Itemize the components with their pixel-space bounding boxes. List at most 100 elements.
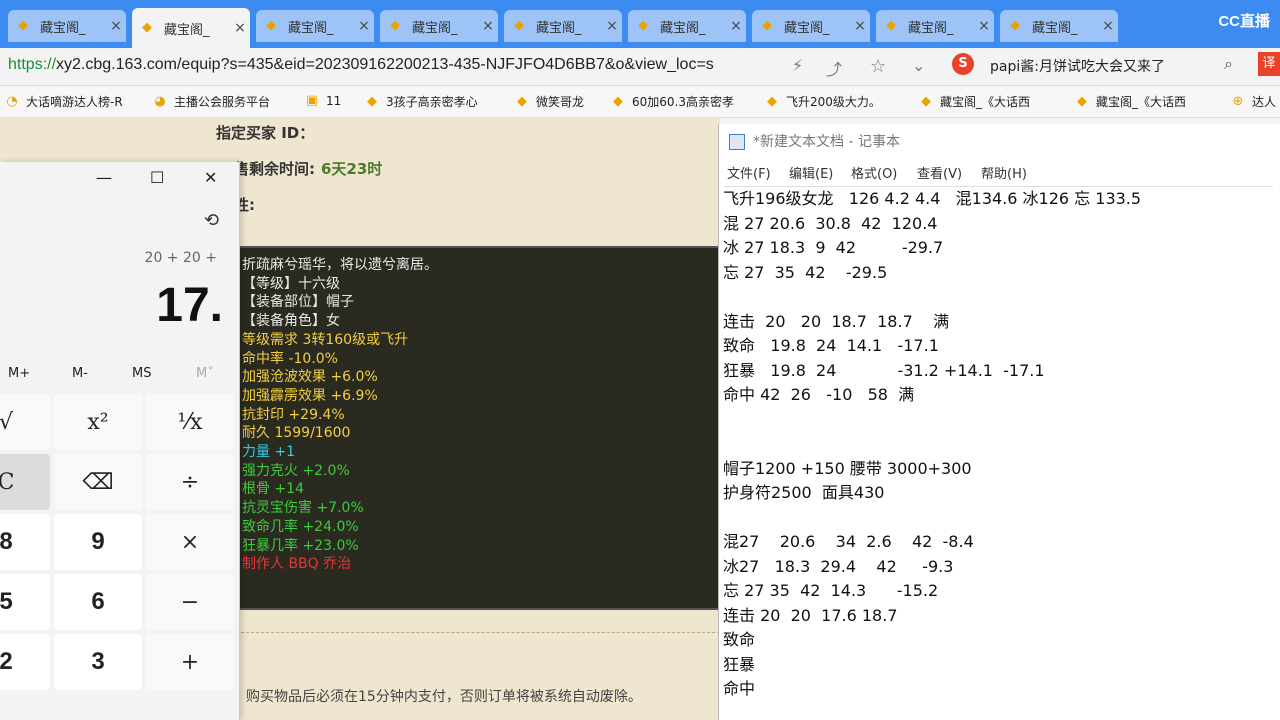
- bookmark-item[interactable]: ◕ 主播公会服务平台: [152, 93, 270, 110]
- notepad-menu-item[interactable]: 格式(O): [851, 163, 897, 182]
- tab-close-icon[interactable]: ×: [230, 20, 250, 36]
- notepad-text-line: [723, 432, 1273, 457]
- search-engine-icon[interactable]: S: [952, 53, 974, 75]
- minimize-button[interactable]: —: [96, 168, 112, 187]
- calc-key[interactable]: +: [146, 634, 234, 690]
- calc-key[interactable]: 2: [0, 634, 50, 690]
- notepad-text-line: 连击 20 20 17.6 18.7: [723, 605, 898, 625]
- tab-close-icon[interactable]: ×: [478, 18, 498, 34]
- item-attribute-line: 力量 +1: [242, 444, 296, 460]
- tab-close-icon[interactable]: ×: [974, 18, 994, 34]
- browser-tab[interactable]: ◆ 藏宝阁_ ×: [752, 10, 870, 42]
- bookmark-icon: ◕: [154, 93, 166, 109]
- lightning-icon[interactable]: ⚡: [792, 56, 803, 75]
- bookmark-item[interactable]: ⊕ 达人: [1230, 93, 1276, 110]
- tab-close-icon[interactable]: ×: [1098, 18, 1118, 34]
- history-icon[interactable]: ⟲: [204, 210, 219, 231]
- item-attribute-line: 根骨 +14: [242, 481, 304, 498]
- tab-close-icon[interactable]: ×: [354, 18, 374, 34]
- notepad-menu-item[interactable]: 文件(F): [727, 163, 771, 182]
- calc-key[interactable]: 8: [0, 514, 50, 570]
- browser-tab[interactable]: ◆ 藏宝阁_ ×: [876, 10, 994, 42]
- browser-tab-bar: ◆ 藏宝阁_ × ◆ 藏宝阁_ × ◆ 藏宝阁_ × ◆ 藏宝阁_ × ◆ 藏宝阁_ × ◆ 藏宝阁_ × ◆ 藏宝阁…: [0, 0, 1280, 48]
- calc-key[interactable]: ÷: [146, 454, 234, 510]
- item-attribute-line: 狂暴几率 +23.0%: [242, 537, 359, 554]
- bookmark-item[interactable]: ◆ 60加60.3高亲密孝: [610, 93, 734, 110]
- calc-key[interactable]: √: [0, 394, 50, 450]
- buyer-id-label: 指定买家 ID：: [216, 124, 315, 142]
- bookmark-item[interactable]: ◆ 飞升200级大力。: [764, 93, 881, 110]
- bookmark-label: 飞升200级大力。: [786, 95, 881, 109]
- chevron-down-icon[interactable]: ⌄: [912, 56, 925, 75]
- item-attribute-line: 加强沧波效果 +6.0%: [242, 369, 378, 386]
- notepad-icon: [729, 134, 745, 150]
- bookmark-label: 60加60.3高亲密孝: [632, 95, 734, 109]
- notepad-window[interactable]: *新建文本文档 - 记事本 文件(F) 编辑(E) 格式(O) 查看(V) 帮助(H) …: [718, 124, 1280, 720]
- item-attribute-line: 抗灵宝伤害 +7.0%: [242, 500, 364, 517]
- bookmark-item[interactable]: ◆ 3孩子高亲密孝心: [364, 93, 478, 110]
- tab-label: 藏宝阁_: [288, 20, 334, 36]
- item-attribute-line: 【装备部位】帽子: [242, 294, 354, 311]
- tab-close-icon[interactable]: ×: [602, 18, 622, 34]
- calc-key[interactable]: 5: [0, 574, 50, 630]
- notepad-menu-item[interactable]: 查看(V): [917, 163, 962, 182]
- item-attribute-line: 抗封印 +29.4%: [242, 406, 345, 423]
- share-icon[interactable]: ⤴: [826, 56, 842, 80]
- tab-favicon-icon: ◆: [886, 18, 896, 33]
- bookmark-item[interactable]: ◆ 微笑哥龙: [514, 93, 584, 110]
- tab-label: 藏宝阁_: [660, 20, 706, 36]
- browser-tab[interactable]: ◆ 藏宝阁_ ×: [1000, 10, 1118, 42]
- notepad-menu-item[interactable]: 编辑(E): [789, 163, 833, 182]
- star-icon[interactable]: ☆: [870, 56, 886, 77]
- close-button[interactable]: ✕: [204, 168, 217, 187]
- notepad-text-area[interactable]: 飞升196级女龙 126 4.2 4.4 混134.6 冰126 忘 133.5…: [723, 186, 1273, 720]
- url-field[interactable]: https://xy2.cbg.163.com/equip?s=435&eid=…: [8, 56, 780, 74]
- bookmark-item[interactable]: ◆ 藏宝阁_《大话西: [918, 93, 1030, 110]
- browser-tab[interactable]: ◆ 藏宝阁_ ×: [8, 10, 126, 42]
- notepad-text-line: 飞升196级女龙 126 4.2 4.4 混134.6 冰126 忘 133.5: [723, 189, 1142, 208]
- tab-close-icon[interactable]: ×: [850, 18, 870, 34]
- browser-tab[interactable]: ◆ 藏宝阁_ ×: [380, 10, 498, 42]
- notepad-text-line: 狂暴: [723, 654, 756, 674]
- browser-tab[interactable]: ◆ 藏宝阁_ ×: [132, 8, 250, 48]
- calc-key[interactable]: −: [146, 574, 234, 630]
- bookmark-label: 藏宝阁_《大话西: [940, 95, 1031, 109]
- notepad-text-line: 连击 20 20 18.7 18.7 满: [723, 311, 950, 331]
- bookmark-item[interactable]: ◆ 藏宝阁_《大话西: [1074, 93, 1186, 110]
- bookmark-item[interactable]: ◔ 大话嘀游达人榜-R: [4, 93, 122, 110]
- divider: [236, 632, 720, 633]
- maximize-button[interactable]: ☐: [150, 168, 164, 187]
- tab-label: 藏宝阁_: [784, 20, 830, 36]
- bookmark-label: 11: [326, 94, 342, 108]
- tab-close-icon[interactable]: ×: [106, 18, 126, 34]
- extension-icon[interactable]: 译: [1258, 52, 1280, 76]
- url-scheme: https://: [8, 56, 57, 73]
- memory-button[interactable]: M˅: [196, 366, 214, 381]
- calculator-window[interactable]: — ☐ ✕ ⟲ 20 + 20 + 17. M+ M- MS M˅ √ x² ¹⁄x C ⌫ ÷…: [0, 162, 240, 720]
- memory-button[interactable]: M+: [8, 366, 30, 381]
- bookmark-item[interactable]: ▣ 11: [304, 93, 341, 109]
- calc-key[interactable]: ⌫: [54, 454, 142, 510]
- browser-tab[interactable]: ◆ 藏宝阁_ ×: [504, 10, 622, 42]
- browser-tab[interactable]: ◆ 藏宝阁_ ×: [256, 10, 374, 42]
- calc-key[interactable]: ¹⁄x: [146, 394, 234, 450]
- calc-key[interactable]: 3: [54, 634, 142, 690]
- calc-key[interactable]: 6: [54, 574, 142, 630]
- tab-favicon-icon: ◆: [266, 18, 276, 33]
- notepad-text-line: [723, 408, 1273, 433]
- notepad-menu-item[interactable]: 帮助(H): [981, 163, 1027, 182]
- calc-display: 17.: [156, 279, 223, 332]
- search-icon[interactable]: ⌕: [1224, 54, 1233, 74]
- calc-key[interactable]: x²: [54, 394, 142, 450]
- item-attribute-line: 【装备角色】女: [242, 313, 340, 330]
- notepad-text-line: [723, 506, 1273, 531]
- search-suggestion[interactable]: papi酱:月饼试吃大会又来了: [990, 56, 1165, 76]
- calc-key[interactable]: ×: [146, 514, 234, 570]
- browser-tab[interactable]: ◆ 藏宝阁_ ×: [628, 10, 746, 42]
- calc-key[interactable]: 9: [54, 514, 142, 570]
- calc-key[interactable]: C: [0, 454, 50, 510]
- tab-close-icon[interactable]: ×: [726, 18, 746, 34]
- memory-button[interactable]: MS: [132, 366, 151, 381]
- tab-favicon-icon: ◆: [390, 18, 400, 33]
- memory-button[interactable]: M-: [72, 366, 88, 381]
